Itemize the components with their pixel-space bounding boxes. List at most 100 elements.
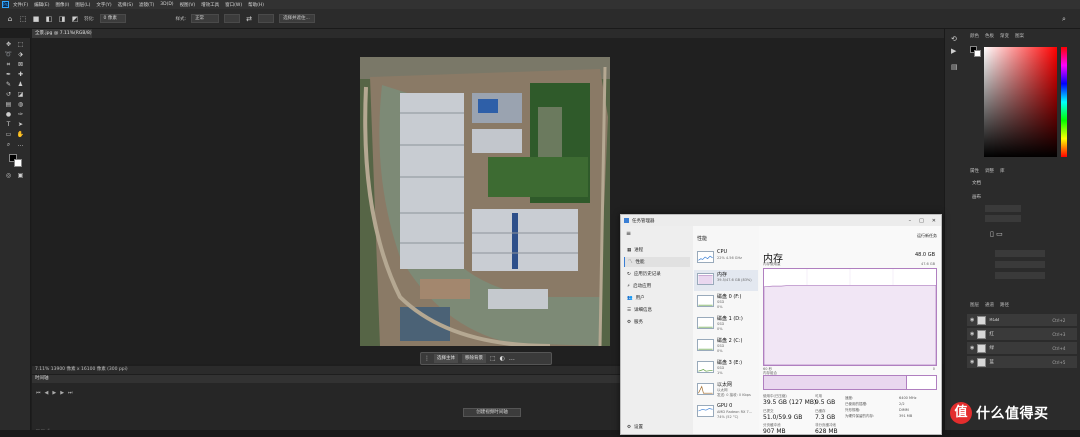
tab-adjustments[interactable]: 调整 (985, 168, 994, 174)
resource-gpu-0[interactable]: GPU 0 AMD Radeon RX 7... 74% (52 °C) (694, 402, 758, 423)
move-tool-icon[interactable]: ✥ (4, 41, 13, 49)
dodge-tool-icon[interactable]: ● (4, 111, 13, 119)
menu-image[interactable]: 图像(I) (55, 2, 69, 8)
orientation-icons[interactable]: ▯ ▭ (990, 230, 1003, 238)
canvas-height-input[interactable] (985, 215, 1021, 222)
style-select[interactable]: 正常 (191, 14, 220, 23)
nav-performance[interactable]: 〽性能 (624, 257, 690, 267)
screen-mode-icon[interactable]: ▣ (16, 172, 25, 180)
nav-settings[interactable]: ⚙ 设置 (624, 422, 690, 432)
menu-help[interactable]: 帮助(H) (248, 2, 264, 8)
channel-row[interactable]: ◉ 绿 Ctrl+4 (967, 342, 1077, 355)
drag-handle-icon[interactable]: ⋮ (424, 355, 430, 362)
menu-3d[interactable]: 3D(D) (160, 2, 173, 7)
subtract-selection-icon[interactable]: ◨ (58, 15, 66, 23)
nav-services[interactable]: ⚙ 服务 (624, 317, 690, 327)
bg-color-chip[interactable] (974, 50, 981, 57)
history-brush-tool-icon[interactable]: ↺ (4, 91, 13, 99)
resource-memory[interactable]: 内存 39.5/47.6 GB (83%) (694, 270, 758, 291)
nav-startup-apps[interactable]: ⚡ 启动应用 (624, 281, 690, 291)
remove-background-button[interactable]: 移除背景 (462, 354, 486, 363)
select-and-mask-button[interactable]: 选择并遮住... (279, 14, 316, 23)
menu-edit[interactable]: 编辑(E) (34, 2, 49, 8)
healing-brush-tool-icon[interactable]: ✚ (16, 71, 25, 79)
run-new-task-button[interactable]: 运行新任务 (917, 233, 937, 239)
hand-tool-icon[interactable]: ✋ (16, 131, 25, 139)
eraser-tool-icon[interactable]: ◪ (16, 91, 25, 99)
tab-properties[interactable]: 属性 (970, 168, 979, 174)
maximize-icon[interactable]: □ (919, 218, 924, 224)
swap-icon[interactable]: ⇄ (245, 15, 253, 23)
add-selection-icon[interactable]: ◧ (45, 15, 53, 23)
hue-slider[interactable] (1061, 47, 1067, 157)
history-icon[interactable]: ⟲ (951, 35, 957, 43)
blur-tool-icon[interactable]: ◍ (16, 101, 25, 109)
pen-tool-icon[interactable]: ✑ (16, 111, 25, 119)
resource-disk-3[interactable]: 磁盘 3 (E:) SSD 1% (694, 358, 758, 379)
new-selection-icon[interactable]: ■ (32, 15, 40, 23)
resource-disk-1[interactable]: 磁盘 1 (D:) SSD 0% (694, 314, 758, 335)
document-tab[interactable]: 全景.jpg @ 7.11%(RGB/8) (32, 29, 92, 38)
resource-cpu[interactable]: CPU 22% 4.56 GHz (694, 248, 758, 269)
tab-patterns[interactable]: 图案 (1015, 33, 1024, 39)
more-tools-icon[interactable]: … (16, 141, 25, 149)
playback-controls-icon[interactable]: ⏮◀▶▶⏭ (36, 390, 77, 396)
create-video-timeline-button[interactable]: 创建视频时间轴 (463, 408, 521, 417)
menu-plugins[interactable]: 增效工具 (201, 2, 219, 8)
channel-row[interactable]: ◉ 红 Ctrl+3 (967, 328, 1077, 341)
close-icon[interactable]: ✕ (932, 218, 936, 224)
hamburger-icon[interactable]: ≡ (626, 230, 631, 237)
tab-libraries[interactable]: 库 (1000, 168, 1005, 174)
marquee-tool-icon[interactable]: ⬚ (19, 15, 27, 23)
menu-view[interactable]: 视图(V) (180, 2, 196, 8)
libraries-icon[interactable]: ▤ (951, 63, 958, 71)
rectangle-tool-icon[interactable]: ▭ (4, 131, 13, 139)
quick-mask-icon[interactable]: ◎ (4, 172, 13, 180)
bit-depth-select[interactable] (995, 261, 1045, 268)
channel-row[interactable]: ◉ 蓝 Ctrl+5 (967, 356, 1077, 369)
eye-icon[interactable]: ◉ (970, 345, 974, 351)
search-icon[interactable]: ⌕ (1060, 15, 1068, 23)
more-options-icon[interactable]: … (509, 355, 515, 362)
home-icon[interactable]: ⌂ (6, 15, 14, 23)
resource-ethernet[interactable]: 以太网 以太网 发送: 0 接收: 0 Kbps (694, 380, 758, 401)
transform-icon[interactable]: ⬚ (490, 355, 496, 362)
lasso-tool-icon[interactable]: ➰ (4, 51, 13, 59)
tab-channels[interactable]: 通道 (985, 302, 994, 308)
frame-tool-icon[interactable]: ⊠ (16, 61, 25, 69)
object-select-tool-icon[interactable]: ⬗ (16, 51, 25, 59)
menu-select[interactable]: 选择(S) (118, 2, 133, 8)
nav-details[interactable]: ☰ 详细信息 (624, 305, 690, 315)
resource-disk-2[interactable]: 磁盘 2 (C:) SSD 0% (694, 336, 758, 357)
rect-marquee-tool-icon[interactable]: ⬚ (16, 41, 25, 49)
stamp-tool-icon[interactable]: ♟ (16, 81, 25, 89)
mask-icon[interactable]: ◐ (500, 355, 505, 362)
nav-processes[interactable]: ▦ 进程 (624, 245, 690, 255)
menu-type[interactable]: 文字(Y) (96, 2, 111, 8)
actions-icon[interactable]: ▶ (951, 47, 956, 55)
intersect-selection-icon[interactable]: ◩ (71, 15, 79, 23)
tab-layers[interactable]: 图层 (970, 302, 979, 308)
tab-paths[interactable]: 路径 (1000, 302, 1009, 308)
nav-app-history[interactable]: ↻ 应用历史记录 (624, 269, 690, 279)
crop-tool-icon[interactable]: ⌗ (4, 61, 13, 69)
menu-window[interactable]: 窗口(W) (225, 2, 242, 8)
channel-row[interactable]: ◉ RGB Ctrl+2 (967, 314, 1077, 327)
eyedropper-tool-icon[interactable]: ✒ (4, 71, 13, 79)
tab-gradients[interactable]: 渐变 (1000, 33, 1009, 39)
timeline-tab[interactable]: 时间轴 (32, 375, 620, 383)
gradient-tool-icon[interactable]: ▤ (4, 101, 13, 109)
eye-icon[interactable]: ◉ (970, 359, 974, 365)
nav-users[interactable]: 👥 用户 (624, 293, 690, 303)
color-mode-select[interactable] (995, 250, 1045, 257)
menu-layer[interactable]: 图层(L) (75, 2, 90, 8)
width-input[interactable] (224, 14, 241, 23)
menu-filter[interactable]: 滤镜(T) (139, 2, 154, 8)
tab-swatches[interactable]: 色板 (985, 33, 994, 39)
minimize-icon[interactable]: – (909, 218, 912, 224)
zoom-tool-icon[interactable]: ⌕ (4, 141, 13, 149)
menu-file[interactable]: 文件(F) (13, 2, 28, 8)
color-picker-field[interactable] (984, 47, 1057, 157)
brush-tool-icon[interactable]: ✎ (4, 81, 13, 89)
type-tool-icon[interactable]: T (4, 121, 13, 129)
